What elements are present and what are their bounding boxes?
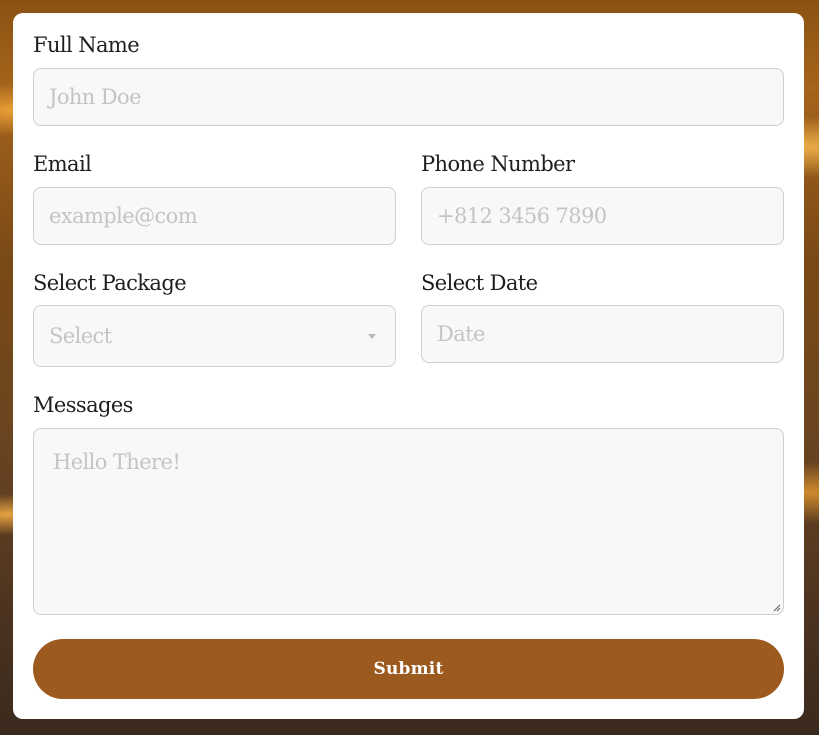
phone-number-input[interactable]: +812 3456 7890 [421, 187, 784, 245]
submit-button[interactable]: Submit [33, 639, 784, 699]
full-name-input[interactable]: John Doe [33, 68, 784, 126]
select-date-label: Select Date [421, 271, 538, 295]
phone-number-label: Phone Number [421, 152, 575, 176]
package-select[interactable]: Select [33, 305, 396, 367]
full-name-label: Full Name [33, 33, 140, 57]
messages-label: Messages [33, 393, 133, 417]
messages-placeholder: Hello There! [53, 450, 181, 474]
chevron-down-icon [368, 334, 376, 339]
date-placeholder: Date [437, 322, 485, 346]
booking-form-card: Full Name John Doe Email example@com Pho… [13, 13, 804, 719]
resize-handle-icon[interactable] [772, 603, 781, 612]
email-label: Email [33, 152, 92, 176]
select-package-label: Select Package [33, 271, 187, 295]
package-select-value: Select [49, 324, 112, 348]
date-input[interactable]: Date [421, 305, 784, 363]
email-input[interactable]: example@com [33, 187, 396, 245]
email-placeholder: example@com [49, 204, 198, 228]
full-name-placeholder: John Doe [49, 85, 142, 109]
messages-textarea[interactable]: Hello There! [33, 428, 784, 615]
phone-number-placeholder: +812 3456 7890 [437, 204, 607, 228]
